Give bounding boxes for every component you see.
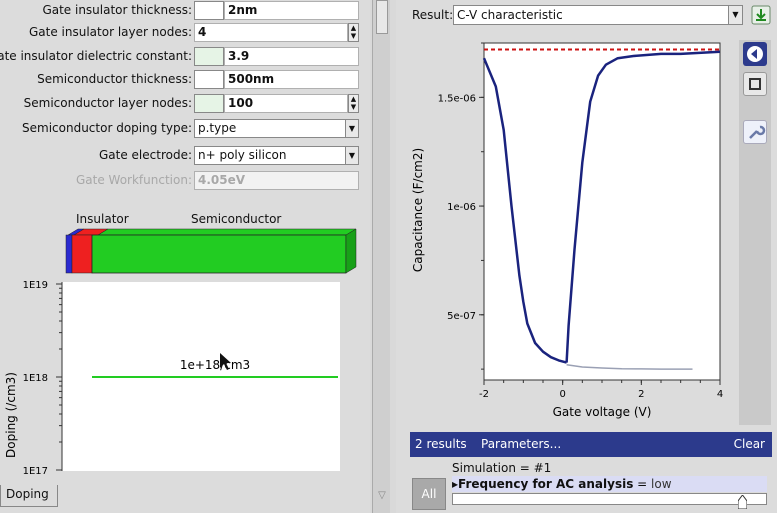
collapse-left-icon[interactable]: [743, 42, 767, 66]
tab-doping[interactable]: Doping: [0, 485, 58, 507]
simulation-label: Simulation = #1: [452, 461, 552, 475]
param-row: Semiconductor thickness: 500nm: [0, 69, 370, 91]
device-structure-diagram: [65, 228, 357, 274]
semiconductor-front: [91, 234, 347, 274]
scrollbar-thumb[interactable]: [376, 0, 388, 34]
param-swatch: [194, 1, 224, 20]
chevron-down-icon: ▼: [728, 6, 742, 24]
doping-plot: Doping (/cm3) 1E19 1E18 1E17 1e+18/cm3: [4, 280, 338, 477]
param-label: Semiconductor thickness:: [37, 72, 192, 86]
frequency-param-eq: =: [633, 477, 652, 491]
doping-tick-group: 1E19 1E18 1E17: [23, 280, 62, 477]
device-parameters-panel: Gate insulator thickness: 2nm Gate insulat…: [0, 0, 370, 513]
all-button[interactable]: All: [412, 478, 446, 510]
chevron-down-icon: ▼: [345, 147, 358, 164]
spin-buttons[interactable]: ▲ ▼: [348, 94, 359, 113]
cv-xtick-label: 4: [717, 389, 723, 400]
param-label: Gate insulator thickness:: [42, 3, 192, 17]
results-bar: 2 results Parameters... Clear: [410, 432, 772, 457]
param-row: Gate electrode: n+ poly silicon ▼: [0, 145, 370, 167]
spin-buttons[interactable]: ▲ ▼: [348, 23, 359, 42]
insulator-label: Insulator: [76, 212, 129, 226]
cv-axes: -2 0 2 4 5e-07 1e-06 1.5e-06: [438, 42, 723, 400]
cv-series-line: [566, 364, 693, 370]
cv-ylabel: Capacitance (F/cm2): [411, 148, 425, 272]
frequency-param-name: Frequency for AC analysis: [458, 477, 634, 491]
spin-down-icon[interactable]: ▼: [349, 32, 358, 40]
result-type-select[interactable]: C-V characteristic ▼: [453, 5, 743, 25]
slider-thumb[interactable]: [737, 495, 747, 509]
param-swatch: [194, 94, 224, 113]
frequency-slider[interactable]: [452, 493, 767, 505]
param-input[interactable]: 3.9: [224, 47, 359, 66]
doping-tick-label: 1E19: [23, 280, 48, 291]
param-select-value: p.type: [198, 121, 237, 135]
param-select[interactable]: p.type ▼: [194, 119, 359, 138]
param-swatch: [194, 47, 224, 66]
chevron-down-icon: ▼: [345, 120, 358, 137]
param-row: Semiconductor doping type: p.type ▼: [0, 118, 370, 140]
cv-xtick-label: 0: [559, 389, 565, 400]
doping-tick-label: 1E18: [23, 373, 48, 384]
param-label: Semiconductor layer nodes:: [23, 96, 192, 110]
cv-plot-frame: [483, 42, 721, 381]
param-swatch: [194, 70, 224, 89]
spin-up-icon[interactable]: ▲: [349, 95, 358, 103]
plot-toolbar: [739, 40, 771, 425]
gate-front: [65, 234, 73, 274]
frequency-param-value: low: [651, 477, 672, 491]
semiconductor-label: Semiconductor: [191, 212, 282, 226]
doping-annotation: 1e+18/cm3: [180, 358, 250, 372]
semiconductor-side: [345, 228, 357, 274]
cv-xtick-label: -2: [479, 389, 489, 400]
cv-ytick-label: 1e-06: [447, 202, 476, 213]
left-panel-scrollbar[interactable]: ▽: [372, 0, 390, 513]
cv-series-group: [482, 48, 721, 370]
result-label: Result:: [412, 8, 454, 22]
results-panel: Result: C-V characteristic ▼ -2 0 2 4 5e-07 1…: [396, 0, 777, 513]
param-label: Semiconductor doping type:: [22, 121, 192, 135]
cv-chart: -2 0 2 45e-071e-061.5e-06 Gate voltage (V) …: [411, 42, 723, 419]
cv-series-line: [482, 57, 567, 364]
results-count: 2 results: [415, 437, 467, 451]
semiconductor-top: [97, 228, 357, 236]
param-input[interactable]: 500nm: [224, 70, 359, 89]
doping-tick-label: 1E17: [23, 466, 48, 477]
parameters-link[interactable]: Parameters...: [481, 437, 561, 451]
result-type-value: C-V characteristic: [457, 8, 563, 22]
cv-series-line: [565, 50, 721, 363]
param-row: Gate insulator layer nodes: 4 ▲ ▼: [0, 22, 370, 44]
param-input[interactable]: 100: [224, 94, 348, 113]
spin-down-icon[interactable]: ▼: [349, 103, 358, 111]
cv-ytick-label: 1.5e-06: [438, 93, 476, 104]
param-input[interactable]: 4: [194, 23, 348, 42]
wrench-icon[interactable]: [743, 120, 767, 144]
param-row: Gate insulator dielectric constant: 3.9: [0, 46, 370, 68]
download-icon[interactable]: [751, 5, 771, 25]
param-readonly-value: 4.05eV: [194, 171, 359, 190]
scroll-down-arrow-icon[interactable]: ▽: [375, 490, 389, 504]
param-select-value: n+ poly silicon: [198, 148, 287, 162]
param-label: Gate Workfunction:: [75, 173, 192, 187]
param-row: Gate Workfunction: 4.05eV: [0, 170, 370, 192]
param-row: Gate insulator thickness: 2nm: [0, 0, 370, 22]
param-label: Gate insulator layer nodes:: [29, 25, 192, 39]
cv-xtick-label: 2: [638, 389, 644, 400]
cv-ytick-label: 5e-07: [447, 311, 476, 322]
cv-xlabel: Gate voltage (V): [553, 405, 652, 419]
spin-up-icon[interactable]: ▲: [349, 24, 358, 32]
param-row: Semiconductor layer nodes: 100 ▲ ▼: [0, 93, 370, 115]
frequency-parameter-row[interactable]: ▸Frequency for AC analysis = low: [452, 476, 767, 492]
param-label: Gate electrode:: [98, 148, 192, 162]
clear-button[interactable]: Clear: [734, 437, 765, 451]
insulator-front: [71, 234, 93, 274]
doping-ylabel: Doping (/cm3): [4, 372, 18, 458]
param-input[interactable]: 2nm: [224, 1, 359, 20]
param-label: Gate insulator dielectric constant:: [0, 49, 192, 63]
square-view-icon[interactable]: [743, 72, 767, 96]
param-select[interactable]: n+ poly silicon ▼: [194, 146, 359, 165]
